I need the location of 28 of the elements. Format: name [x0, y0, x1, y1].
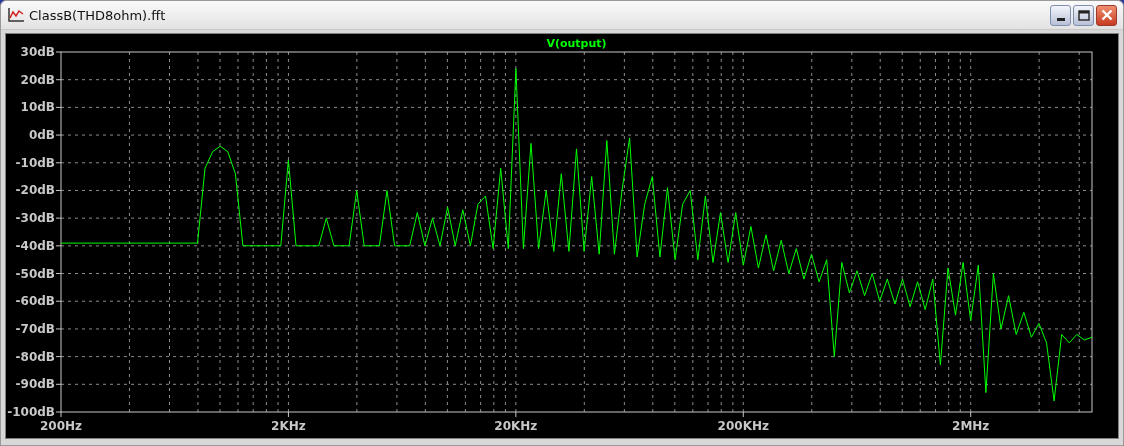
- y-axis-label: -80dB: [15, 349, 55, 364]
- x-axis-label: 200Hz: [39, 419, 83, 433]
- x-axis-label: 200KHz: [717, 419, 769, 433]
- y-axis-label: -30dB: [15, 211, 55, 226]
- y-axis-label: -50dB: [15, 266, 55, 281]
- y-axis-label: 20dB: [20, 72, 55, 87]
- y-axis-label: -100dB: [7, 405, 55, 419]
- maximize-button[interactable]: [1073, 4, 1094, 26]
- x-axis-label: 20KHz: [494, 419, 538, 433]
- y-axis-label: -60dB: [15, 294, 55, 309]
- y-axis-label: -40dB: [15, 238, 55, 253]
- close-button[interactable]: [1096, 4, 1117, 26]
- minimize-icon: [1056, 17, 1065, 21]
- y-axis-label: 30dB: [20, 45, 55, 59]
- y-axis-label: -20dB: [15, 183, 55, 198]
- window-title: ClassB(THD8ohm).fft: [29, 7, 167, 23]
- x-axis-label: 2KHz: [271, 419, 306, 433]
- close-icon: [1100, 9, 1113, 21]
- maximize-icon: [1077, 9, 1090, 21]
- y-axis-label: -70dB: [15, 321, 55, 336]
- y-axis-label: 10dB: [20, 100, 55, 115]
- trace-name[interactable]: V(output): [546, 37, 607, 50]
- x-axis-label: 2MHz: [952, 419, 990, 433]
- minimize-button[interactable]: [1050, 4, 1071, 26]
- y-axis-label: -10dB: [15, 155, 55, 170]
- chart-icon: [7, 7, 25, 23]
- y-axis-label: -90dB: [15, 377, 55, 392]
- y-axis-label: 0dB: [28, 128, 55, 143]
